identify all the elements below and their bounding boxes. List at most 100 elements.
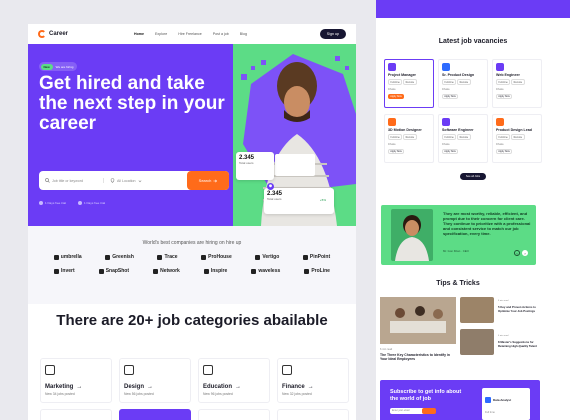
category-card-active[interactable] (119, 409, 191, 420)
companies-section: World's best companies are hiring on hir… (28, 226, 356, 304)
job-title: Project Manager (388, 73, 416, 77)
job-location: Dhaka (388, 143, 396, 146)
location-pin-icon (110, 178, 115, 183)
check-icon (78, 201, 83, 205)
card-subtitle: Full time (485, 411, 495, 414)
tip-side-title[interactable]: 5 Key and Proven Actions to Optimize You… (498, 305, 538, 313)
tip-side-image-1[interactable] (460, 297, 494, 323)
job-card[interactable]: 3D Motion Designer Full-time Remote Dhaka… (384, 114, 434, 163)
company-logo-icon (485, 396, 491, 403)
company-logo-icon (496, 118, 504, 126)
brand-name: Career (49, 31, 69, 37)
nav-item-home[interactable]: Home (134, 32, 144, 36)
category-card[interactable] (277, 409, 349, 420)
arrow-right-icon: → (76, 384, 83, 390)
leaf-icon (105, 254, 111, 260)
author-name: Mr. Gon Khan (443, 249, 461, 253)
feature-item: 1 Days free trial (78, 201, 105, 205)
companies-title: World's best companies are hiring on hir… (142, 240, 242, 246)
apply-button[interactable]: Apply Now (442, 149, 458, 154)
category-card-education[interactable]: Education → New 96 jobs posted (198, 358, 270, 403)
job-tag: Full-time (496, 79, 511, 85)
apply-button[interactable]: Apply Now (388, 94, 404, 99)
brand-logo[interactable]: Career (38, 30, 68, 38)
job-search-bar: Job title or keyword All Location Search (39, 171, 229, 190)
stat-label: Total users (267, 197, 282, 201)
job-title: Software Engineer (442, 128, 474, 132)
job-location: Dhaka (496, 143, 504, 146)
category-card[interactable] (198, 409, 270, 420)
category-card-marketing[interactable]: Marketing → New 34 jobs posted (40, 358, 112, 403)
check-icon (39, 201, 43, 205)
stat-card-1: 2.345 Total users (236, 152, 274, 180)
prev-arrow-icon[interactable]: ‹ (514, 250, 520, 256)
category-card-design[interactable]: Design → New 56 jobs posted (119, 358, 191, 403)
job-tags: Full-time Remote (442, 79, 484, 85)
category-count: New 56 jobs posted (124, 392, 154, 396)
job-location: Dhaka (442, 88, 450, 91)
testimonial-author: Mr. Gon Khan · CEO (443, 249, 469, 253)
tip-main-meta: 6 min read (380, 348, 393, 351)
company-logo: Vertigo (255, 254, 279, 260)
company-logo-icon (442, 63, 450, 71)
category-card[interactable] (40, 409, 112, 420)
location-select[interactable]: All Location (102, 178, 142, 183)
company-logo: waveless (251, 268, 280, 274)
avatar-icon (267, 183, 274, 190)
see-all-jobs-button[interactable]: See all Jobs (460, 173, 486, 180)
company-logo-icon (442, 118, 450, 126)
nav-item-explore[interactable]: Explore (155, 32, 167, 36)
company-logo: Inspire (203, 268, 227, 274)
proline-icon (304, 268, 310, 274)
category-name-row: Education → (203, 384, 265, 390)
next-arrow-icon[interactable]: › (522, 250, 528, 256)
purple-banner-strip (376, 0, 570, 18)
apply-button[interactable]: Apply Now (442, 94, 458, 99)
nav-item-blog[interactable]: Blog (240, 32, 247, 36)
tip-side-title[interactable]: 8 Master's Suggestions for Retaining Hig… (498, 340, 538, 348)
hero-section: New We are hiring Get hired and take the… (28, 44, 356, 226)
job-tags: Full-time Remote (388, 134, 430, 140)
hero-left-panel: New We are hiring Get hired and take the… (28, 44, 233, 226)
keyword-field[interactable]: Job title or keyword (39, 178, 83, 183)
job-title: 3D Motion Designer (388, 128, 422, 132)
nav-menu: Home Explore Hire Freelance Post a job B… (134, 32, 247, 36)
apply-button[interactable]: Apply Now (496, 149, 512, 154)
search-button[interactable]: Search (187, 171, 229, 190)
vacancies-title: Latest job vacancies (438, 38, 508, 45)
company-logo: ProLine (304, 268, 330, 274)
signup-button[interactable]: Sign up (319, 29, 346, 39)
category-count: New 32 jobs posted (282, 392, 312, 396)
job-tag: Full-time (442, 134, 457, 140)
categories-title: There are 20+ job categories abailable (56, 312, 328, 329)
category-card-finance[interactable]: Finance → New 32 jobs posted (277, 358, 349, 403)
tip-main-image[interactable] (380, 297, 456, 344)
job-card[interactable]: Sr. Product Design Full-time Remote Dhaka… (438, 59, 488, 108)
nav-item-hire-freelance[interactable]: Hire Freelance (178, 32, 202, 36)
job-card[interactable]: Project Manager Full-time Remote Dhaka Ap… (384, 59, 434, 108)
category-name: Finance (282, 384, 305, 390)
job-tag: Remote (511, 79, 525, 85)
apply-button[interactable]: Apply Now (496, 94, 512, 99)
job-location: Dhaka (442, 143, 450, 146)
hero-headline: Get hired and take the next step in your… (39, 73, 225, 134)
tip-main-title[interactable]: The Three Key Characteristics to Identif… (380, 353, 458, 361)
network-icon (153, 268, 159, 274)
vacancies-grid: Project Manager Full-time Remote Dhaka Ap… (376, 59, 570, 163)
job-card[interactable]: Web Engineer Full-time Remote Dhaka Apply… (492, 59, 542, 108)
apply-button[interactable]: Apply Now (388, 149, 404, 154)
search-icon (45, 178, 50, 183)
pill-text: We are hiring (55, 64, 74, 69)
hero-features: 1 Days free trial 1 Days free trial (39, 201, 105, 205)
job-card[interactable]: Product Design Lead Full-time Remote Dhak… (492, 114, 542, 163)
job-tag: Remote (403, 79, 417, 85)
categories-grid-row-2 (40, 409, 349, 420)
subscribe-button[interactable] (422, 408, 436, 414)
nav-item-post-job[interactable]: Post a job (213, 32, 229, 36)
company-logo: Greenish (105, 254, 134, 260)
arrow-right-icon: → (307, 384, 314, 390)
job-tag: Remote (457, 79, 471, 85)
job-card[interactable]: Software Engineer Full-time Remote Dhaka … (438, 114, 488, 163)
tip-side-image-2[interactable] (460, 329, 494, 355)
umbrella-icon (53, 254, 59, 260)
